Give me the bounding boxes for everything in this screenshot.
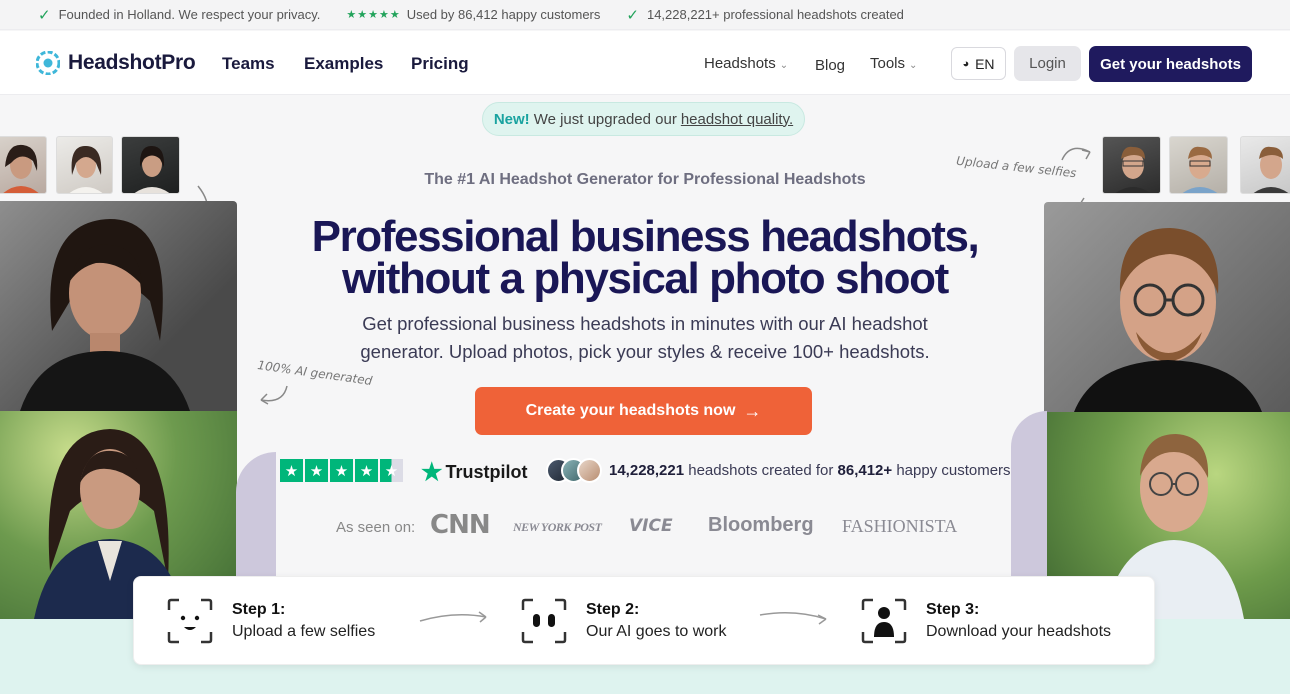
- curved-arrow-icon: [260, 385, 288, 405]
- person-frame-icon: [861, 598, 907, 644]
- step-2-text: Our AI goes to work: [586, 623, 727, 640]
- nav-dropdown-headshots[interactable]: Headshots ⌄: [704, 55, 788, 72]
- vice-logo: VICE: [629, 516, 673, 536]
- trustpilot-logo[interactable]: ★ Trustpilot: [421, 458, 528, 487]
- ai-eyes-icon: [521, 598, 567, 644]
- star-icon: ★: [305, 459, 328, 482]
- trustpilot-name: Trustpilot: [445, 462, 528, 482]
- rating-stars-icon: ★★★★★: [346, 9, 401, 21]
- step-2: Step 2: Our AI goes to work: [520, 597, 727, 645]
- step-1-title: Step 1:: [232, 601, 286, 618]
- hero-title: Professional business headshots, without…: [0, 212, 1290, 303]
- nav-link-teams[interactable]: Teams: [222, 54, 275, 74]
- chevron-down-icon: ⌄: [909, 60, 918, 71]
- face-scan-icon: [167, 598, 213, 644]
- get-headshots-button[interactable]: Get your headshots: [1089, 46, 1252, 82]
- headshot-quality-link[interactable]: headshot quality.: [681, 111, 793, 128]
- social-proof-mid: headshots created for: [688, 462, 834, 479]
- star-icon: ★: [280, 459, 303, 482]
- star-icon: ★: [330, 459, 353, 482]
- nav-link-blog[interactable]: Blog: [815, 57, 845, 74]
- step-1: Step 1: Upload a few selfies: [166, 597, 375, 645]
- fashionista-logo: FASHIONISTA: [842, 516, 958, 536]
- globe-icon: ◕: [962, 57, 970, 70]
- privacy-note: ✓ Founded in Holland. We respect your pr…: [38, 6, 320, 24]
- brand-name: HeadshotPro: [68, 51, 196, 74]
- check-icon: ✓: [626, 6, 639, 24]
- nav-link-examples[interactable]: Examples: [304, 54, 383, 74]
- chevron-down-icon: ⌄: [779, 60, 789, 71]
- step-2-title: Step 2:: [586, 601, 640, 618]
- hero-subtitle: Get professional business headshots in m…: [0, 310, 1290, 366]
- headshots-label: Headshots: [704, 55, 776, 72]
- step-3: Step 3: Download your headshots: [860, 597, 1111, 645]
- top-info-bar: ✓ Founded in Holland. We respect your pr…: [0, 0, 1290, 30]
- steps-card: Step 1: Upload a few selfies Step 2: Our…: [133, 576, 1155, 665]
- customers-count: 86,412+: [837, 462, 893, 479]
- cnn-logo: CNN: [430, 510, 491, 540]
- headshots-text: 14,228,221+ professional headshots creat…: [646, 7, 904, 22]
- announcement-badge[interactable]: New! We just upgraded our headshot quali…: [482, 102, 805, 136]
- hero-title-line-2: without a physical photo shoot: [342, 254, 949, 303]
- language-code: EN: [975, 55, 995, 72]
- customers-note: ★★★★★ Used by 86,412 happy customers: [346, 7, 600, 22]
- check-icon: ✓: [38, 6, 51, 24]
- nav-dropdown-tools[interactable]: Tools ⌄: [870, 55, 917, 72]
- logo-icon: [36, 51, 60, 75]
- curved-arrow-icon: [1061, 147, 1091, 161]
- headshots-count: 14,228,221: [609, 462, 685, 479]
- arrow-right-icon: [419, 611, 487, 623]
- star-icon: ★: [355, 459, 378, 482]
- new-label: New!: [493, 110, 530, 128]
- trustpilot-stars: ★ ★ ★ ★ ★: [280, 459, 405, 482]
- step-1-text: Upload a few selfies: [232, 623, 376, 640]
- bloomberg-logo: Bloomberg: [708, 514, 814, 536]
- new-york-post-logo: NEW YORK POST: [513, 520, 602, 534]
- login-button[interactable]: Login: [1014, 46, 1081, 81]
- privacy-text: Founded in Holland. We respect your priv…: [58, 7, 321, 22]
- avatar: [577, 458, 602, 483]
- create-headshots-label: Create your headshots now: [525, 402, 736, 419]
- customers-text: Used by 86,412 happy customers: [406, 7, 601, 22]
- nav-link-pricing[interactable]: Pricing: [411, 54, 469, 74]
- tools-label: Tools: [870, 55, 906, 72]
- hero-eyebrow: The #1 AI Headshot Generator for Profess…: [424, 171, 866, 188]
- create-headshots-button[interactable]: Create your headshots now →: [475, 387, 812, 435]
- step-3-title: Step 3:: [926, 601, 980, 618]
- social-proof-end: happy customers: [896, 462, 1011, 479]
- customer-avatars: [546, 458, 606, 484]
- hero-title-line-1: Professional business headshots,: [311, 212, 980, 261]
- hero-subtitle-line-1: Get professional business headshots in m…: [362, 313, 928, 334]
- social-proof-text: 14,228,221 headshots created for 86,412+…: [609, 462, 1011, 479]
- hero-subtitle-line-2: generator. Upload photos, pick your styl…: [360, 341, 930, 362]
- half-star-icon: ★: [380, 459, 403, 482]
- announcement-text: We just upgraded our: [533, 110, 677, 128]
- arrow-right-icon: →: [743, 400, 762, 421]
- language-selector[interactable]: ◕ EN: [951, 47, 1006, 80]
- main-navigation: HeadshotPro Teams Examples Pricing Heads…: [0, 31, 1290, 95]
- brand-logo[interactable]: HeadshotPro: [36, 51, 196, 75]
- trustpilot-star-icon: ★: [421, 459, 443, 486]
- arrow-right-icon: [759, 612, 827, 625]
- step-3-text: Download your headshots: [926, 623, 1112, 640]
- as-seen-on-label: As seen on:: [336, 519, 416, 536]
- headshots-note: ✓ 14,228,221+ professional headshots cre…: [626, 6, 904, 24]
